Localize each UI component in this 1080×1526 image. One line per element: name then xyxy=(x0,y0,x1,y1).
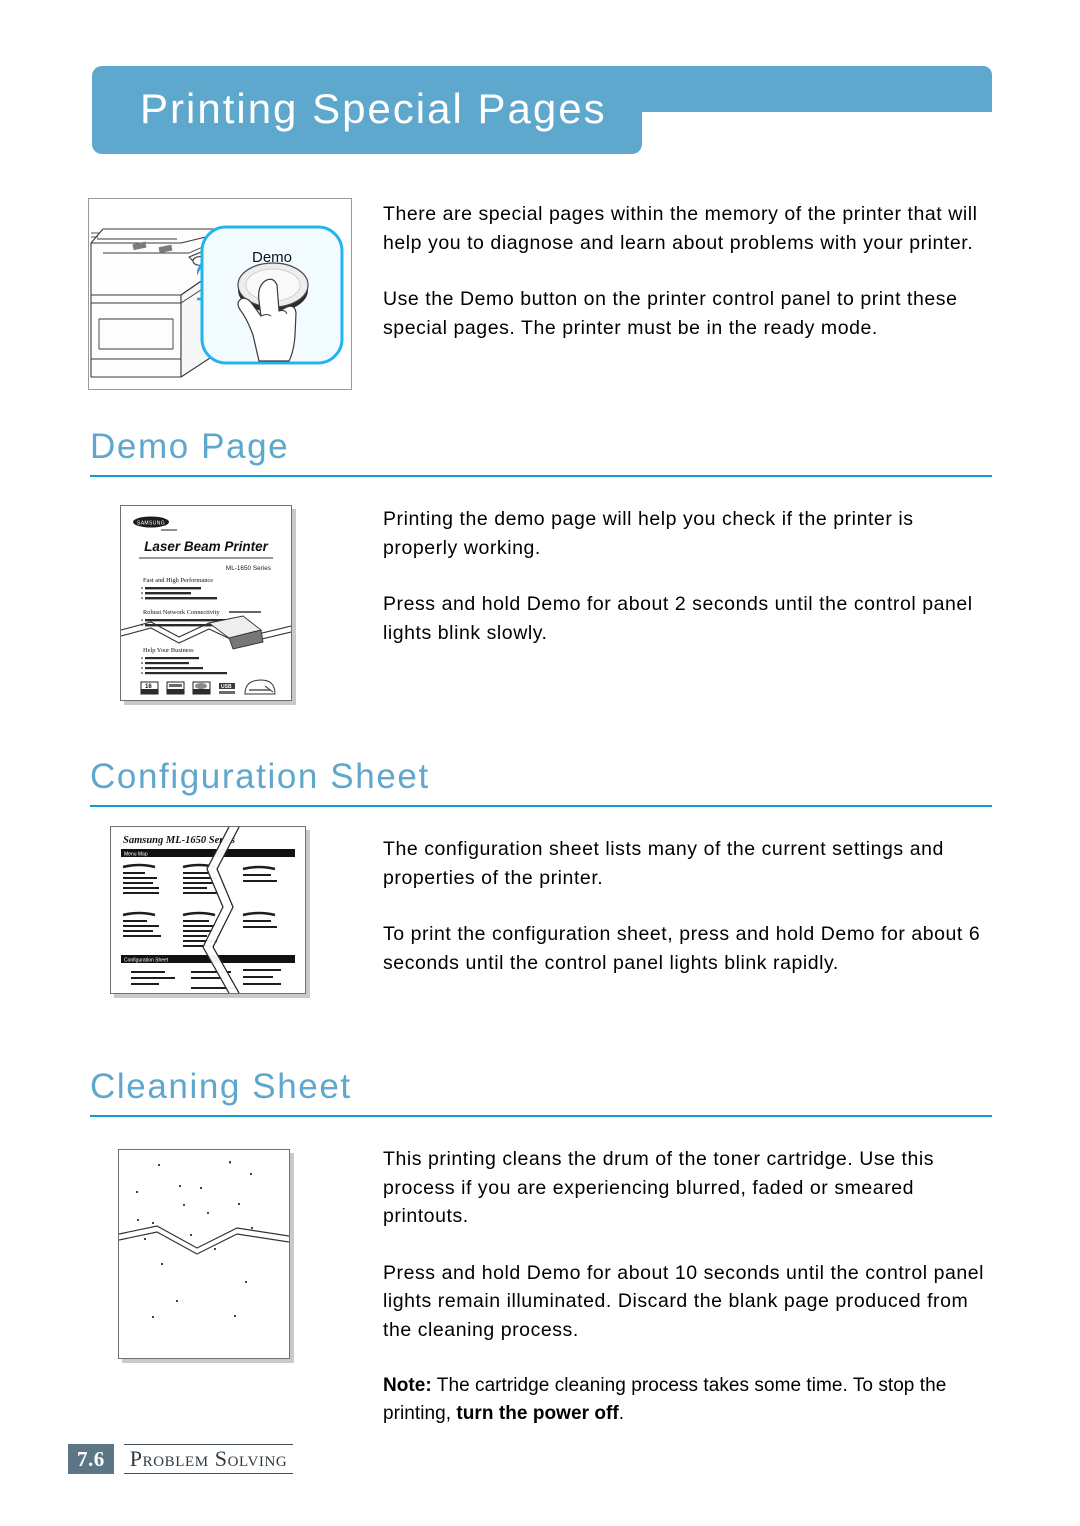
footer-section-name: Problem Solving xyxy=(129,1446,288,1471)
note-bold-text: turn the power off xyxy=(456,1403,619,1424)
note-text-after: . xyxy=(618,1403,625,1424)
cleaning-sheet-note: Note: The cartridge cleaning process tak… xyxy=(383,1372,993,1428)
demo-page-feature-3: Help Your Business xyxy=(143,647,194,654)
demo-page-paragraph-2: Press and hold Demo for about 2 seconds … xyxy=(383,593,973,644)
svg-text:16: 16 xyxy=(145,684,152,690)
demo-button-callout: Demo xyxy=(197,225,344,365)
demo-page-paragraph-1: Printing the demo page will help you che… xyxy=(383,508,914,559)
section-heading-text: Configuration Sheet xyxy=(90,757,430,796)
section-heading-rule xyxy=(90,475,992,477)
cleaning-sheet-paragraph-1: This printing cleans the drum of the ton… xyxy=(383,1148,935,1227)
config-sheet-paragraph-1: The configuration sheet lists many of th… xyxy=(383,838,944,889)
demo-page-title: Laser Beam Printer xyxy=(144,539,269,554)
config-sheet-title: Samsung ML-1650 Series xyxy=(123,835,235,846)
config-sheet-bar-1: Menu Map xyxy=(124,852,148,858)
note-label: Note: xyxy=(383,1375,432,1396)
section-heading-demo-page: Demo Page xyxy=(90,425,992,477)
section-heading-cleaning-sheet: Cleaning Sheet xyxy=(90,1065,992,1117)
cleaning-sheet-thumbnail xyxy=(118,1149,294,1363)
demo-page-badge-row: 16 USB xyxy=(140,679,276,695)
section-heading-text: Cleaning Sheet xyxy=(90,1067,352,1106)
cleaning-sheet-content-svg xyxy=(118,1161,290,1318)
printer-demo-button-figure: Demo xyxy=(88,198,352,390)
section-heading-configuration-sheet: Configuration Sheet xyxy=(90,755,992,807)
footer-section: Problem Solving xyxy=(123,1444,294,1474)
cleaning-sheet-text: This printing cleans the drum of the ton… xyxy=(383,1145,993,1428)
demo-page-brand: SAMSUNG xyxy=(137,521,165,527)
page-title: Printing Special Pages xyxy=(140,85,607,132)
paper-face xyxy=(118,1149,290,1359)
page-title-banner: Printing Special Pages xyxy=(92,66,992,156)
demo-page-content-svg: SAMSUNG Laser Beam Printer ML-1650 Serie… xyxy=(120,516,292,695)
configuration-sheet-content-svg: Samsung ML-1650 Series Menu Map Configur… xyxy=(121,826,295,994)
section-heading-rule xyxy=(90,805,992,807)
demo-page-thumbnail: SAMSUNG Laser Beam Printer ML-1650 Serie… xyxy=(120,505,296,705)
footer-page-number: 7.6 xyxy=(68,1444,114,1474)
intro-text: There are special pages within the memor… xyxy=(383,200,993,342)
section-heading-text: Demo Page xyxy=(90,427,290,466)
intro-paragraph-2: Use the Demo button on the printer contr… xyxy=(383,288,958,339)
page-footer: 7.6 Problem Solving xyxy=(68,1444,294,1474)
configuration-sheet-text: The configuration sheet lists many of th… xyxy=(383,835,993,977)
demo-page-feature-2: Robust Network Connectivity xyxy=(143,609,220,616)
cleaning-sheet-paragraph-2: Press and hold Demo for about 10 seconds… xyxy=(383,1261,985,1341)
paper-face: Samsung ML-1650 Series Menu Map Configur… xyxy=(110,826,306,994)
intro-paragraph-1: There are special pages within the memor… xyxy=(383,203,978,254)
section-heading-rule xyxy=(90,1115,992,1117)
configuration-sheet-thumbnail: Samsung ML-1650 Series Menu Map Configur… xyxy=(110,826,310,998)
config-sheet-bar-2: Configuration Sheet xyxy=(124,958,169,964)
demo-page-model: ML-1650 Series xyxy=(226,565,271,572)
paper-face: SAMSUNG Laser Beam Printer ML-1650 Serie… xyxy=(120,505,292,701)
demo-page-text: Printing the demo page will help you che… xyxy=(383,505,993,647)
svg-text:USB: USB xyxy=(221,684,232,690)
demo-page-feature-1: Fast and High Performance xyxy=(143,577,213,584)
config-sheet-paragraph-2: To print the configuration sheet, press … xyxy=(383,923,981,974)
